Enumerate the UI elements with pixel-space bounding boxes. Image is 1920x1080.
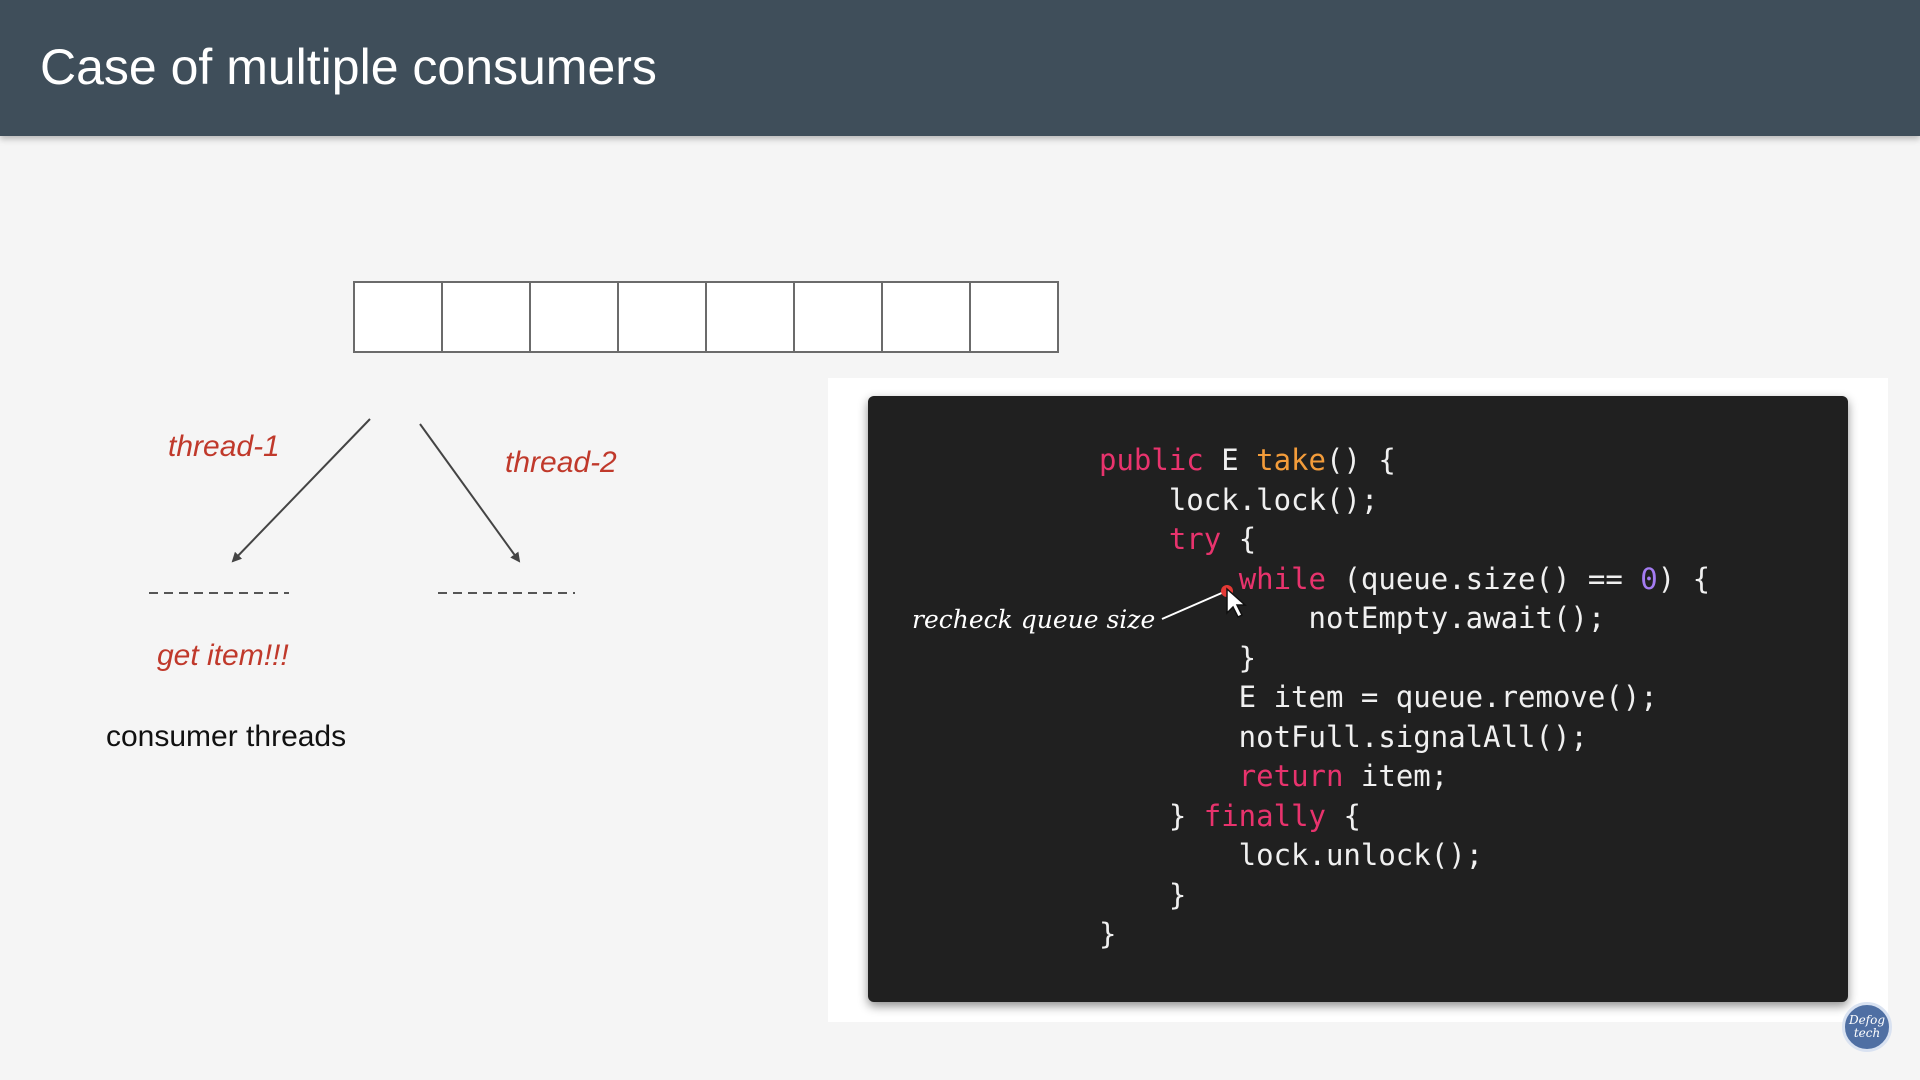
queue-slot (531, 283, 619, 351)
thread-1-label: thread-1 (168, 430, 280, 463)
code-block: public E take() { lock.lock(); try { whi… (1099, 441, 1710, 955)
queue-slot (795, 283, 883, 351)
code-token: lock.unlock(); (1099, 838, 1484, 872)
code-line: } finally { (1099, 797, 1710, 837)
recheck-annotation: recheck queue size (912, 605, 1156, 634)
code-token: public (1099, 443, 1222, 477)
code-token: } (1099, 798, 1204, 833)
queue-slot (443, 283, 531, 351)
code-token: item; (1343, 759, 1449, 793)
code-token: E item = queue.remove(); (1099, 680, 1658, 714)
code-token: notEmpty.await(); (1099, 601, 1606, 635)
code-token: 0 (1640, 561, 1658, 596)
header-bar: Case of multiple consumers (0, 0, 1920, 136)
code-token: try (1168, 522, 1222, 556)
thread-2-label: thread-2 (505, 446, 617, 479)
code-token: ) { (1657, 561, 1711, 596)
code-line: E item = queue.remove(); (1099, 678, 1710, 718)
thread-2-arrow (419, 423, 521, 563)
code-line: public E take() { (1099, 441, 1710, 481)
slide: Case of multiple consumers thread-1 thre… (0, 0, 1920, 1080)
queue-slot (971, 283, 1057, 351)
code-line: } (1099, 876, 1710, 916)
consumer-threads-caption: consumer threads (106, 720, 347, 753)
queue-slot (883, 283, 971, 351)
code-token: E (1221, 443, 1257, 477)
queue-buffer (353, 281, 1059, 353)
get-item-label: get item!!! (157, 639, 289, 672)
code-line: } (1099, 639, 1710, 679)
code-line: try { (1099, 520, 1710, 560)
code-token: { (1221, 522, 1257, 556)
code-token: } (1099, 640, 1257, 675)
code-line: return item; (1099, 757, 1710, 797)
code-line: notEmpty.await(); (1099, 599, 1710, 639)
queue-slot (355, 283, 443, 351)
code-token: while (1238, 561, 1326, 596)
code-line: lock.lock(); (1099, 481, 1710, 521)
code-token: return (1238, 759, 1344, 793)
code-token: } (1099, 917, 1117, 951)
code-token: finally (1203, 798, 1326, 833)
code-token: lock.lock(); (1099, 482, 1379, 517)
slide-title: Case of multiple consumers (40, 39, 657, 95)
code-token: } (1099, 877, 1187, 912)
code-token: () { (1325, 443, 1396, 477)
code-line: lock.unlock(); (1099, 836, 1710, 876)
code-token: notFull.signalAll(); (1099, 719, 1588, 754)
code-line: while (queue.size() == 0) { (1099, 560, 1710, 600)
channel-logo-icon: Defog tech (1842, 1002, 1892, 1052)
code-token: { (1325, 798, 1361, 833)
queue-slot (619, 283, 707, 351)
code-token: take (1256, 443, 1326, 477)
code-line: } (1099, 915, 1710, 955)
code-token: (queue.size() == (1326, 561, 1641, 596)
code-line: notFull.signalAll(); (1099, 718, 1710, 758)
queue-slot (707, 283, 795, 351)
